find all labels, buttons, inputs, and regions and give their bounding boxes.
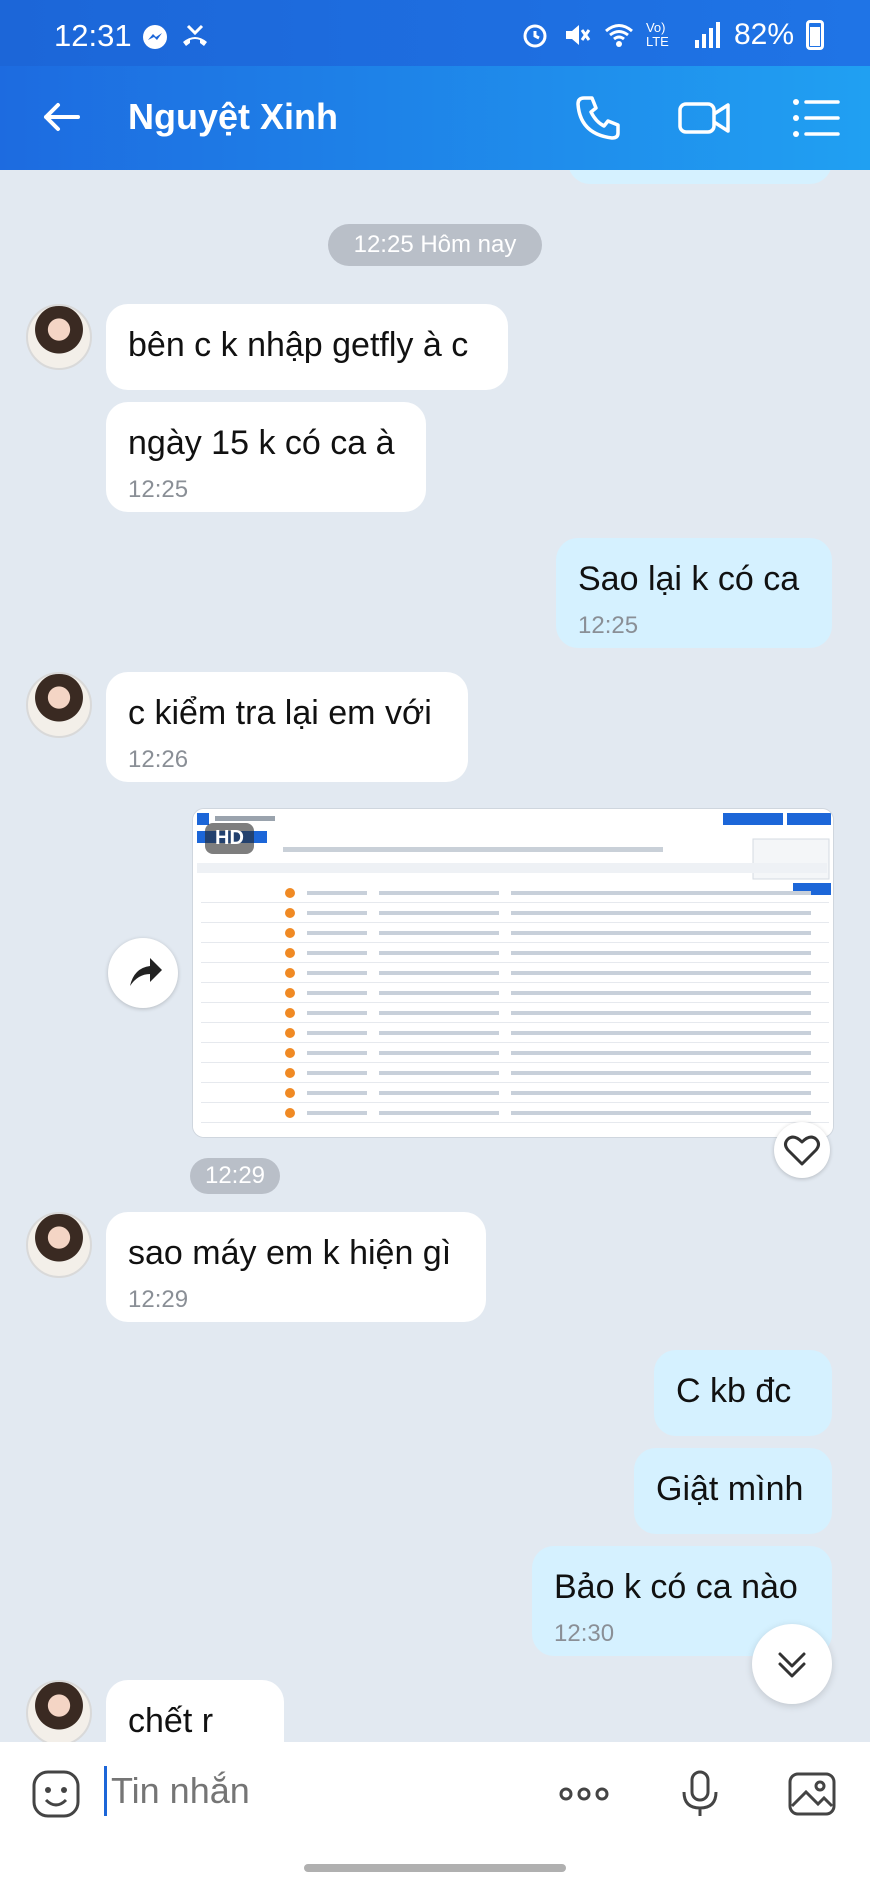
message-time: 12:29	[128, 1285, 189, 1313]
image-time: 12:29	[190, 1158, 280, 1194]
more-options-icon[interactable]	[556, 1766, 612, 1822]
message-text: Bảo k có ca nào	[554, 1568, 798, 1606]
avatar[interactable]	[26, 304, 92, 370]
message-bubble[interactable]: chết r	[106, 1680, 284, 1742]
heart-icon	[784, 1135, 820, 1166]
message-time: 12:25	[128, 475, 189, 503]
react-heart-button[interactable]	[774, 1122, 830, 1178]
status-time: 12:31	[54, 18, 132, 53]
sticker-emoji-icon[interactable]	[28, 1766, 84, 1822]
previous-message-bubble	[568, 170, 832, 184]
network-label: Vo) LTE	[645, 20, 669, 49]
contact-name[interactable]: Nguyệt Xinh	[128, 96, 338, 138]
image-gallery-icon[interactable]	[784, 1766, 840, 1822]
message-text: Sao lại k có ca	[578, 560, 800, 598]
message-text: sao máy em k hiện gì	[128, 1234, 452, 1272]
message-bubble[interactable]: Sao lại k có ca 12:25	[556, 538, 832, 648]
chat-header: Nguyệt Xinh	[0, 66, 870, 170]
message-text: C kb đc	[676, 1372, 792, 1410]
missed-call-icon	[183, 24, 207, 46]
message-text: Giật mình	[656, 1470, 804, 1508]
message-time: 12:26	[128, 745, 189, 773]
status-right: Vo) LTE 82%	[520, 18, 824, 52]
forward-button[interactable]	[108, 938, 178, 1008]
double-chevron-down-icon	[778, 1652, 806, 1678]
microphone-icon[interactable]	[672, 1766, 728, 1822]
message-bubble[interactable]: ngày 15 k có ca à 12:25	[106, 402, 426, 512]
avatar[interactable]	[26, 1680, 92, 1742]
message-text: ngày 15 k có ca à	[128, 424, 395, 462]
home-indicator[interactable]	[304, 1864, 566, 1872]
messenger-icon	[143, 25, 167, 49]
hd-badge: HD	[205, 823, 254, 854]
message-text: c kiểm tra lại em với	[128, 694, 432, 732]
thumbnail-table	[201, 865, 829, 1123]
status-bar: 12:31 Vo) LTE 82%	[0, 0, 870, 66]
message-bubble[interactable]: sao máy em k hiện gì 12:29	[106, 1212, 486, 1322]
avatar[interactable]	[26, 1212, 92, 1278]
back-arrow-icon[interactable]	[38, 93, 86, 141]
mute-icon	[565, 25, 591, 45]
avatar[interactable]	[26, 672, 92, 738]
date-separator: 12:25 Hôm nay	[328, 224, 542, 266]
chat-messages[interactable]: 12:25 Hôm nay bên c k nhập getfly à c ng…	[0, 170, 870, 1742]
signal-icon	[694, 22, 720, 48]
message-text: chết r	[128, 1702, 214, 1740]
message-bubble[interactable]: c kiểm tra lại em với 12:26	[106, 672, 468, 782]
battery-percent: 82%	[733, 18, 794, 51]
message-text: bên c k nhập getfly à c	[128, 326, 469, 364]
message-bubble[interactable]: bên c k nhập getfly à c	[106, 304, 508, 390]
image-message[interactable]: HD	[192, 808, 834, 1138]
message-bubble[interactable]: C kb đc	[654, 1350, 832, 1436]
wifi-icon	[604, 24, 633, 47]
status-notification-icons	[140, 22, 210, 52]
message-input[interactable]	[104, 1766, 524, 1816]
message-bubble[interactable]: Giật mình	[634, 1448, 832, 1534]
menu-list-icon[interactable]	[788, 90, 844, 146]
alarm-icon	[523, 24, 547, 48]
battery-icon	[806, 20, 824, 50]
forward-arrow-icon	[130, 958, 162, 986]
message-time: 12:25	[578, 611, 639, 639]
scroll-to-bottom-button[interactable]	[752, 1624, 832, 1704]
message-input-bar	[0, 1742, 870, 1884]
phone-call-icon[interactable]	[570, 90, 626, 146]
video-call-icon[interactable]	[676, 90, 732, 146]
